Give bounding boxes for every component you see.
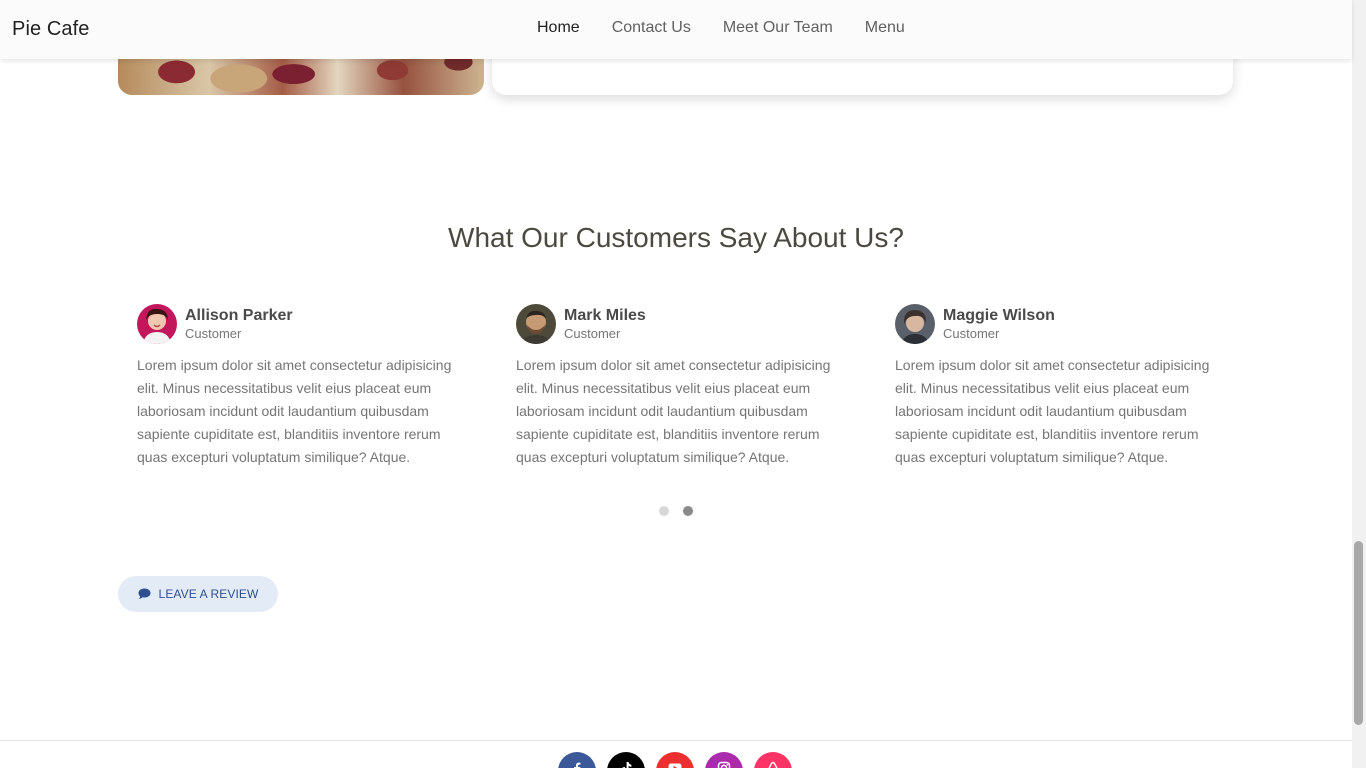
customer-name: Maggie Wilson: [943, 307, 1055, 324]
customer-name: Allison Parker: [185, 307, 293, 324]
instagram-icon[interactable]: [705, 752, 743, 768]
carousel-indicators: [659, 506, 693, 516]
nav-link-menu[interactable]: Menu: [849, 19, 921, 37]
airbnb-icon[interactable]: [754, 752, 792, 768]
customer-role: Customer: [564, 326, 621, 341]
youtube-icon[interactable]: [656, 752, 694, 768]
scrollbar-thumb[interactable]: [1354, 541, 1363, 725]
nav-link-contact-us[interactable]: Contact Us: [596, 19, 707, 37]
testimonial-text: Lorem ipsum dolor sit amet consectetur a…: [516, 357, 831, 466]
testimonial-text: Lorem ipsum dolor sit amet consectetur a…: [137, 357, 452, 466]
testimonial-text: Lorem ipsum dolor sit amet consectetur a…: [895, 357, 1210, 466]
avatar: [516, 304, 556, 344]
nav-links: Home Contact Us Meet Our Team Menu: [521, 19, 921, 37]
avatar: [137, 304, 177, 344]
facebook-icon[interactable]: [558, 752, 596, 768]
carousel-dot-2[interactable]: [683, 506, 693, 516]
navbar: Pie Cafe Home Contact Us Meet Our Team M…: [0, 0, 1352, 59]
customer-name: Mark Miles: [564, 307, 646, 324]
nav-link-home[interactable]: Home: [521, 19, 596, 37]
tiktok-icon[interactable]: [607, 752, 645, 768]
customer-role: Customer: [185, 326, 242, 341]
customer-role: Customer: [943, 326, 1000, 341]
comment-icon: [138, 588, 151, 599]
leave-review-button[interactable]: LEAVE A REVIEW: [118, 576, 278, 612]
avatar: [895, 304, 935, 344]
footer-divider: [0, 740, 1352, 741]
testimonials-title: What Our Customers Say About Us?: [448, 222, 904, 253]
brand-logo[interactable]: Pie Cafe: [12, 18, 90, 41]
carousel-dot-1[interactable]: [659, 506, 669, 516]
leave-review-label: LEAVE A REVIEW: [158, 587, 259, 601]
nav-link-meet-our-team[interactable]: Meet Our Team: [707, 19, 849, 37]
